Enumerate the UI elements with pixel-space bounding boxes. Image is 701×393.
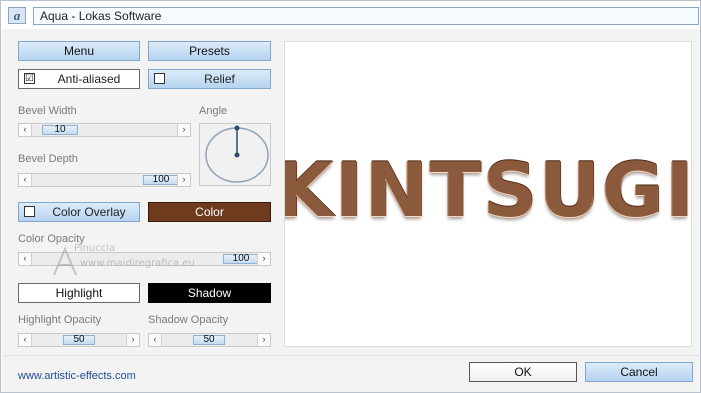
shadow-opacity-thumb[interactable]: 50 <box>193 335 225 345</box>
app-logo-icon: a <box>8 7 26 24</box>
bevel-width-slider[interactable]: ‹ 10 › <box>18 123 191 137</box>
arrow-left-icon[interactable]: ‹ <box>149 334 162 346</box>
checkbox-unchecked-icon <box>154 73 165 84</box>
presets-button[interactable]: Presets <box>148 41 271 61</box>
website-link[interactable]: www.artistic-effects.com <box>18 370 136 382</box>
arrow-right-icon[interactable]: › <box>257 253 270 265</box>
anti-aliased-checkbox[interactable]: ☑ Anti-aliased <box>18 69 140 89</box>
arrow-right-icon[interactable]: › <box>126 334 139 346</box>
color-overlay-label: Color Overlay <box>52 205 126 219</box>
arrow-left-icon[interactable]: ‹ <box>19 124 32 136</box>
highlight-opacity-slider[interactable]: ‹ 50 › <box>18 333 140 347</box>
arrow-right-icon[interactable]: › <box>177 124 190 136</box>
plugin-window: a Aqua - Lokas Software Menu Presets ☑ A… <box>0 0 701 393</box>
preview-text: KINTSUGI <box>284 146 692 234</box>
preview-canvas: KINTSUGI <box>284 41 692 347</box>
angle-dial[interactable] <box>199 123 271 186</box>
settings-panel: Menu Presets ☑ Anti-aliased Relief Bevel… <box>2 29 701 392</box>
shadow-opacity-slider[interactable]: ‹ 50 › <box>148 333 271 347</box>
bevel-width-label: Bevel Width <box>18 105 77 117</box>
relief-checkbox[interactable]: Relief <box>148 69 271 89</box>
highlight-color-button[interactable]: Highlight <box>18 283 140 303</box>
checkbox-checked-icon: ☑ <box>24 73 35 84</box>
color-opacity-thumb[interactable]: 100 <box>223 254 259 264</box>
bevel-width-thumb[interactable]: 10 <box>42 125 78 135</box>
arrow-right-icon[interactable]: › <box>177 174 190 186</box>
shadow-opacity-label: Shadow Opacity <box>148 314 229 326</box>
arrow-left-icon[interactable]: ‹ <box>19 174 32 186</box>
angle-dial-graphic <box>205 125 269 183</box>
anti-aliased-label: Anti-aliased <box>57 72 121 86</box>
ok-button[interactable]: OK <box>469 362 577 382</box>
arrow-left-icon[interactable]: ‹ <box>19 334 32 346</box>
color-swatch-button[interactable]: Color <box>148 202 271 222</box>
footer-divider <box>3 355 701 356</box>
highlight-opacity-label: Highlight Opacity <box>18 314 102 326</box>
bevel-depth-slider[interactable]: ‹ 100 › <box>18 173 191 187</box>
arrow-right-icon[interactable]: › <box>257 334 270 346</box>
title-bar: a Aqua - Lokas Software <box>2 2 700 28</box>
color-overlay-checkbox[interactable]: Color Overlay <box>18 202 140 222</box>
watermark-line1: Pinuccia <box>74 243 116 254</box>
watermark-logo-icon <box>53 246 77 276</box>
relief-label: Relief <box>204 72 235 86</box>
menu-button[interactable]: Menu <box>18 41 140 61</box>
shadow-color-button[interactable]: Shadow <box>148 283 271 303</box>
arrow-left-icon[interactable]: ‹ <box>19 253 32 265</box>
angle-label: Angle <box>199 105 228 117</box>
highlight-opacity-thumb[interactable]: 50 <box>63 335 95 345</box>
bevel-depth-thumb[interactable]: 100 <box>143 175 179 185</box>
watermark-line2: www.maidiregrafica.eu <box>80 258 195 269</box>
checkbox-unchecked-icon <box>24 206 35 217</box>
window-title: Aqua - Lokas Software <box>33 7 699 25</box>
bevel-depth-label: Bevel Depth <box>18 153 78 165</box>
cancel-button[interactable]: Cancel <box>585 362 693 382</box>
